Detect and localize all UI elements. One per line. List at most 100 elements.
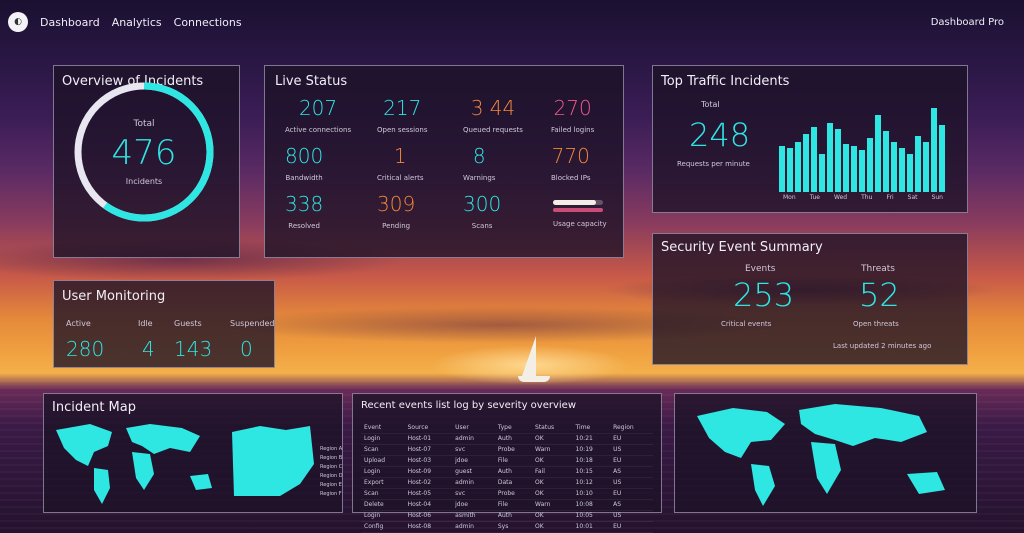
table-cell: Fail xyxy=(535,468,545,475)
user-monitoring-title: User Monitoring xyxy=(62,289,166,304)
table-cell: svc xyxy=(455,490,466,497)
table-cell: EU xyxy=(613,457,622,464)
traffic-title: Top Traffic Incidents xyxy=(661,74,790,89)
table-cell: AS xyxy=(613,501,622,508)
table-cell: Warn xyxy=(535,501,551,508)
incident-region-map xyxy=(232,426,314,496)
status-item-value: 270 xyxy=(553,96,592,120)
nav-dashboard[interactable]: Dashboard xyxy=(40,16,100,29)
table-row[interactable]: Upload Host-03 jdoe File OK 10:18 EU xyxy=(361,455,653,466)
status-item-label: Scans xyxy=(471,222,493,230)
status-item: 338 Resolved xyxy=(285,192,323,230)
table-row[interactable]: Config Host-08 admin Sys OK 10:01 EU xyxy=(361,521,653,532)
table-cell: AS xyxy=(613,468,622,475)
status-item: 1 Critical alerts xyxy=(377,144,424,182)
traffic-bar xyxy=(811,126,817,192)
nav-analytics[interactable]: Analytics xyxy=(112,16,162,29)
traffic-bar-tick-label: Tue xyxy=(809,194,820,201)
table-row[interactable]: Export Host-02 admin Data OK 10:12 US xyxy=(361,477,653,488)
table-cell: svc xyxy=(455,446,466,453)
um-col-2-value: 143 xyxy=(174,337,213,361)
table-cell: admin xyxy=(455,479,474,486)
security-left-label: Events xyxy=(745,264,776,274)
table-row[interactable]: Login Host-09 guest Auth Fail 10:15 AS xyxy=(361,466,653,477)
um-col-3-value: 0 xyxy=(240,337,253,361)
traffic-bar xyxy=(819,153,825,192)
table-row[interactable]: Scan Host-07 svc Probe Warn 10:19 US xyxy=(361,444,653,455)
map-legend-item: Region A xyxy=(320,446,343,452)
traffic-bar xyxy=(915,136,921,192)
table-cell: 10:05 xyxy=(575,512,593,519)
status-item-label: Blocked IPs xyxy=(551,174,591,182)
incident-map-legend: Region A Region B Region C Region D Region E… xyxy=(320,446,343,500)
table-cell: Host-02 xyxy=(407,479,432,486)
status-item-label: Bandwidth xyxy=(285,174,323,182)
status-item-value: 800 xyxy=(285,144,324,168)
traffic-bar xyxy=(843,144,849,192)
traffic-bar xyxy=(787,147,793,192)
table-cell: US xyxy=(613,512,622,519)
table-cell: Export xyxy=(364,479,384,486)
incident-world-map xyxy=(56,424,212,504)
traffic-bar xyxy=(891,142,897,192)
status-item-value: 338 xyxy=(285,192,324,216)
traffic-bar xyxy=(875,115,881,192)
table-cell: guest xyxy=(455,468,472,475)
traffic-bar-tick-label: Fri xyxy=(886,194,894,201)
traffic-sub-label: Requests per minute xyxy=(677,160,750,168)
security-left-sub: Critical events xyxy=(721,320,772,328)
overview-value: 476 xyxy=(111,132,177,173)
status-item-label: Queued requests xyxy=(463,126,523,134)
status-item-value: 207 xyxy=(298,96,338,120)
table-cell: EU xyxy=(613,490,622,497)
table-row[interactable]: Login Host-01 admin Auth OK 10:21 EU xyxy=(361,433,653,444)
table-cell: File xyxy=(497,457,508,464)
table-row[interactable]: Scan Host-05 svc Probe OK 10:10 EU xyxy=(361,488,653,499)
traffic-bar xyxy=(923,142,929,192)
events-table-panel: Recent events list log by severity overv… xyxy=(352,393,662,532)
table-cell: OK xyxy=(535,512,544,519)
traffic-bar xyxy=(931,107,937,192)
um-col-1-label: Idle xyxy=(138,319,153,328)
world-map-panel xyxy=(674,393,977,513)
table-cell: Auth xyxy=(497,435,512,442)
status-item: 207 Active connections xyxy=(285,96,351,134)
table-cell: 10:19 xyxy=(575,446,593,453)
logo-icon[interactable]: ◐ xyxy=(8,12,28,32)
top-bar: ◐ Dashboard Analytics Connections Dashbo… xyxy=(0,0,1024,44)
table-row[interactable]: Delete Host-04 jdoe File Warn 10:08 AS xyxy=(361,499,653,510)
traffic-bar xyxy=(803,134,809,192)
status-item: 800 Bandwidth xyxy=(285,144,323,182)
table-cell: Source xyxy=(407,423,429,431)
table-cell: 10:08 xyxy=(575,501,593,508)
traffic-bar xyxy=(779,145,785,192)
traffic-bar xyxy=(827,122,833,192)
status-item: 300 Scans xyxy=(463,192,501,230)
table-cell: Host-04 xyxy=(407,501,432,508)
table-cell: 10:01 xyxy=(575,523,593,530)
table-cell: Event xyxy=(364,423,382,431)
table-header-row: Event Source User Type Status Time Region xyxy=(361,422,653,433)
table-cell: Scan xyxy=(364,490,379,497)
traffic-bar-tick-label: Sat xyxy=(907,194,918,201)
live-status-title: Live Status xyxy=(275,74,348,89)
status-item: 770 Blocked IPs xyxy=(551,144,590,182)
status-item: 270 Failed logins xyxy=(551,96,594,134)
traffic-bar xyxy=(859,149,865,192)
table-row[interactable]: Login Host-06 asmith Auth OK 10:05 US xyxy=(361,510,653,521)
table-cell: Host-01 xyxy=(407,435,432,442)
table-cell: OK xyxy=(535,479,544,486)
traffic-bar xyxy=(867,138,873,192)
table-cell: Host-07 xyxy=(407,446,432,453)
um-col-2-label: Guests xyxy=(174,319,202,328)
status-item-label: Critical alerts xyxy=(377,174,424,182)
table-cell: Host-06 xyxy=(407,512,432,519)
table-cell: admin xyxy=(455,435,474,442)
table-cell: jdoe xyxy=(455,501,468,508)
um-col-1-value: 4 xyxy=(142,337,155,361)
incident-map-title: Incident Map xyxy=(52,400,136,415)
table-cell: 10:12 xyxy=(575,479,593,486)
user-menu[interactable]: Dashboard Pro xyxy=(931,17,1004,28)
traffic-bar-labels: Mon Tue Wed Thu Fri Sat Sun xyxy=(783,194,943,201)
nav-connections[interactable]: Connections xyxy=(174,16,242,29)
